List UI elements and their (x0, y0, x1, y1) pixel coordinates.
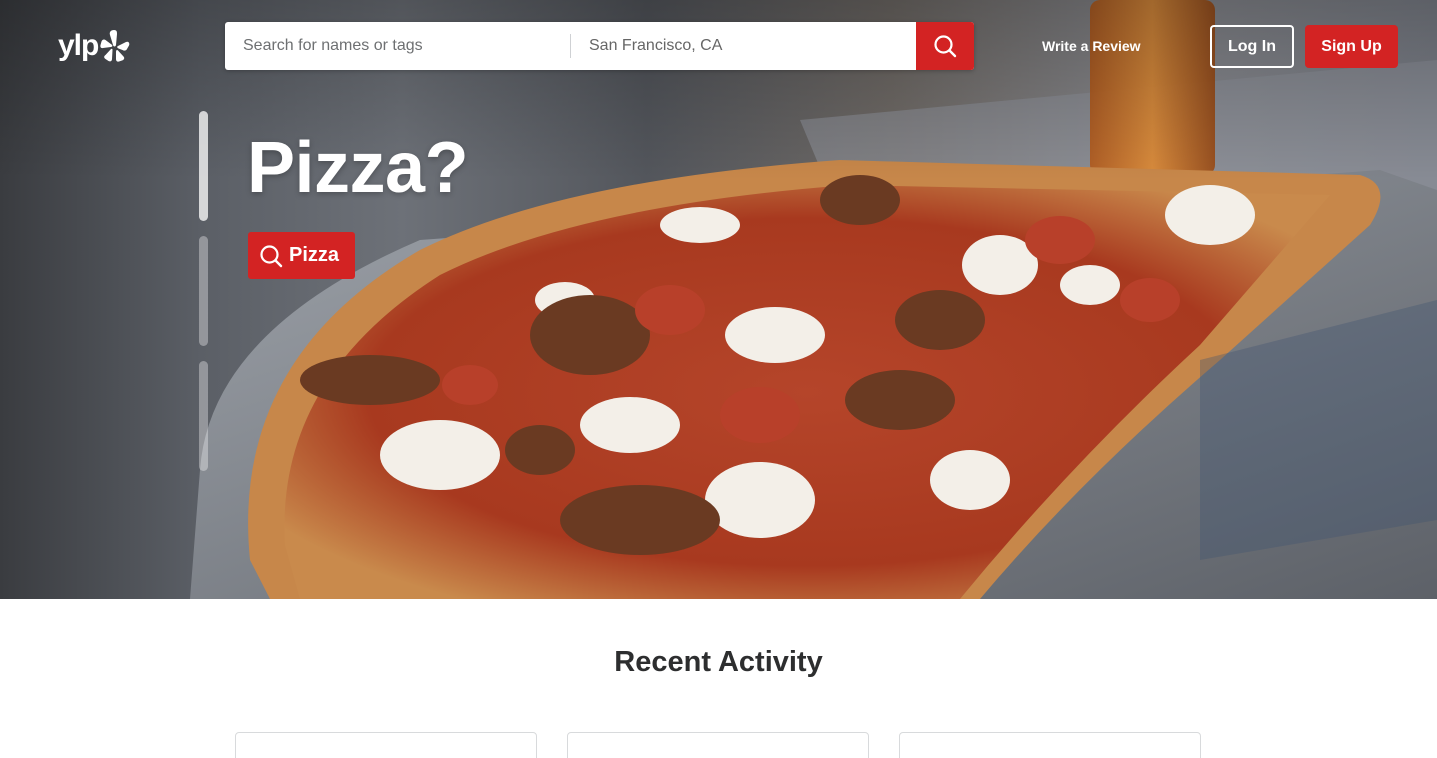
search-icon (934, 35, 957, 58)
yelp-logo[interactable]: ylp (58, 26, 142, 66)
write-review-link[interactable]: Write a Review (1042, 38, 1141, 54)
search-bar: Search for names or tags San Francisco, … (225, 22, 974, 70)
search-near-input[interactable]: San Francisco, CA (571, 22, 916, 70)
slide-indicator-3[interactable] (199, 361, 208, 471)
hero-shade (0, 0, 1437, 599)
signup-button[interactable]: Sign Up (1305, 25, 1398, 68)
activity-card[interactable] (899, 732, 1201, 758)
slide-indicator-2[interactable] (199, 236, 208, 346)
hero-cta-label: Pizza (289, 244, 340, 266)
search-icon (260, 244, 283, 267)
recent-activity-heading: Recent Activity (614, 646, 823, 678)
hero-title: Pizza? (247, 128, 469, 208)
search-button[interactable] (916, 22, 974, 70)
activity-card[interactable] (567, 732, 869, 758)
yelp-burst-icon (100, 30, 130, 62)
hero-banner (0, 0, 1437, 599)
logo-text: ylp (58, 29, 99, 62)
login-button[interactable]: Log In (1210, 25, 1294, 68)
hero-search-pizza-button[interactable]: Pizza (248, 232, 355, 279)
activity-card[interactable] (235, 732, 537, 758)
slide-indicator-1[interactable] (199, 111, 208, 221)
search-find-input[interactable]: Search for names or tags (225, 22, 571, 70)
